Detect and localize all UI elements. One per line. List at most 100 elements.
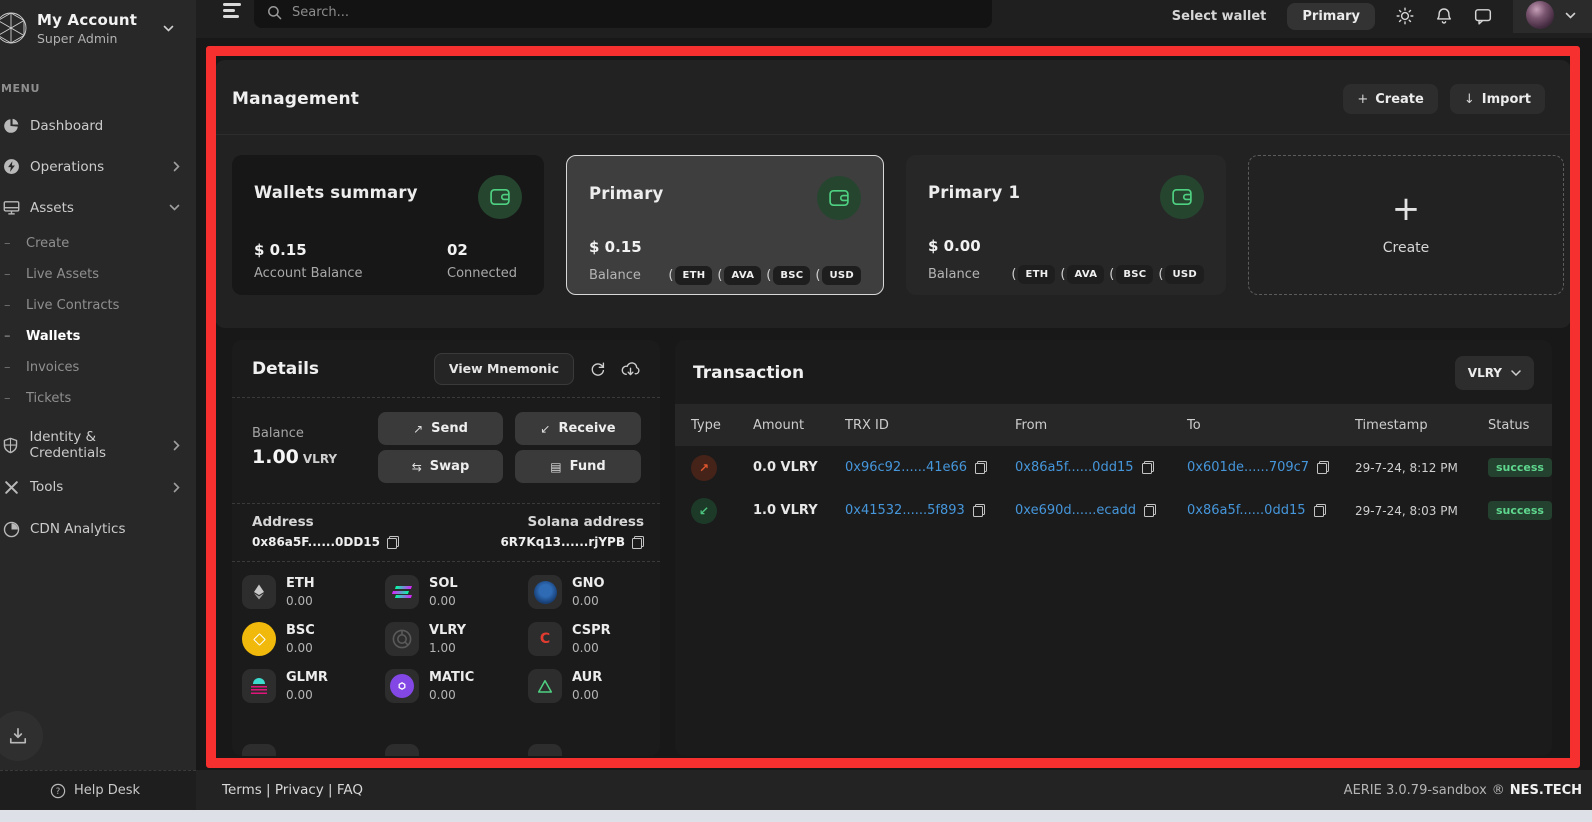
create-wallet-card[interactable]: + Create <box>1248 155 1564 295</box>
sidebar-item-invoices[interactable]: – Invoices <box>0 352 196 383</box>
details-panel: Details View Mnemonic Balance 1.00VLRY ↗… <box>232 340 660 756</box>
avatar[interactable] <box>1526 1 1554 29</box>
view-mnemonic-button[interactable]: View Mnemonic <box>434 353 574 385</box>
token-sol: SOL0.00 <box>385 575 528 609</box>
hamburger-menu-icon[interactable] <box>223 3 241 21</box>
receive-button[interactable]: ↙ Receive <box>515 412 641 445</box>
footer-links[interactable]: Terms | Privacy | FAQ <box>222 782 363 798</box>
copy-icon[interactable] <box>1314 504 1326 517</box>
tx-timestamp: 29-7-24, 8:12 PM <box>1355 461 1488 475</box>
chip-ava: (AVA <box>717 266 761 285</box>
download-button[interactable] <box>0 711 43 761</box>
card-title: Wallets summary <box>254 183 418 202</box>
arrow-down-left-icon: ↙ <box>540 422 550 436</box>
search-input[interactable] <box>292 5 980 20</box>
sidebar-item-live-contracts[interactable]: – Live Contracts <box>0 290 196 321</box>
copy-icon[interactable] <box>1142 461 1154 474</box>
plus-icon: + <box>1392 194 1421 224</box>
svg-text:?: ? <box>56 787 61 797</box>
sidebar-item-identity-credentials[interactable]: Identity & Credentials <box>0 424 196 466</box>
wallet-card-primary-1[interactable]: Primary 1 $ 0.00 Balance (ETH (AVA (BSC … <box>906 155 1226 295</box>
page-title: Management <box>232 89 359 109</box>
sidebar-item-wallets[interactable]: – Wallets <box>0 321 196 352</box>
chain-chips: (ETH (AVA (BSC (USD <box>668 266 861 285</box>
user-menu[interactable] <box>1513 0 1592 33</box>
sidebar-item-operations[interactable]: Operations <box>0 146 196 187</box>
chain-chips: (ETH (AVA (BSC (USD <box>1011 265 1204 284</box>
swap-arrows-icon: ⇆ <box>412 460 422 474</box>
matic-icon <box>385 669 419 703</box>
bsc-icon <box>242 622 276 656</box>
to-address-link[interactable]: 0x86a5f......0dd15 <box>1187 503 1306 518</box>
to-address-link[interactable]: 0x601de......709c7 <box>1187 460 1309 475</box>
status-badge: success <box>1488 458 1552 477</box>
search-icon <box>267 5 282 20</box>
sidebar-item-assets[interactable]: Assets <box>0 187 196 228</box>
token-list: ETH0.00 SOL0.00 GNO0.00 BSC0.00 VLRY1.00 <box>232 562 660 703</box>
chip-usd: (USD <box>815 266 861 285</box>
help-desk[interactable]: ? Help Desk <box>0 770 196 810</box>
currency-filter-dropdown[interactable]: VLRY <box>1455 356 1534 390</box>
search-bar[interactable] <box>254 0 992 28</box>
swap-button[interactable]: ⇆ Swap <box>378 450 503 483</box>
from-address-link[interactable]: 0xe690d......ecadd <box>1015 503 1136 518</box>
sidebar-item-live-assets[interactable]: – Live Assets <box>0 259 196 290</box>
dash-icon: – <box>4 329 16 344</box>
address-value: 0x86a5F......0DD15 <box>252 535 380 549</box>
send-button[interactable]: ↗ Send <box>378 412 503 445</box>
copy-icon[interactable] <box>387 536 399 549</box>
vlry-icon <box>385 622 419 656</box>
wallet-card-primary[interactable]: Primary $ 0.15 Balance (ETH (AVA (BSC (U… <box>566 155 884 295</box>
cloud-download-icon[interactable] <box>621 361 640 377</box>
copy-icon[interactable] <box>975 461 987 474</box>
copy-icon[interactable] <box>1317 461 1329 474</box>
create-button[interactable]: + Create <box>1343 84 1437 114</box>
chip-eth: (ETH <box>668 266 712 285</box>
sidebar-item-cdn-analytics[interactable]: CDN Analytics <box>0 508 196 550</box>
import-button[interactable]: ↓ Import <box>1450 84 1545 114</box>
card-icon: ▤ <box>550 460 561 474</box>
chip-bsc: (BSC <box>766 266 810 285</box>
sidebar-item-create[interactable]: – Create <box>0 228 196 259</box>
shield-icon <box>2 437 20 454</box>
refresh-icon[interactable] <box>589 361 606 377</box>
sidebar-item-label: CDN Analytics <box>30 521 126 537</box>
create-card-label: Create <box>1383 240 1430 256</box>
wallets-summary-card: Wallets summary $ 0.15 Account Balance 0… <box>232 155 544 295</box>
chevron-down-icon <box>1511 370 1521 376</box>
transaction-panel: Transaction VLRY Type Amount TRX ID From… <box>675 340 1552 756</box>
chip-eth: (ETH <box>1011 265 1055 284</box>
menu-section-label: MENU <box>1 82 196 95</box>
token-cspr: C CSPR0.00 <box>528 622 660 656</box>
wallet-balance: $ 0.15 <box>589 238 861 256</box>
download-icon <box>8 726 28 746</box>
trx-id-link[interactable]: 0x41532......5f893 <box>845 503 965 518</box>
copy-icon[interactable] <box>973 504 985 517</box>
wallet-icon <box>478 175 522 219</box>
from-address-link[interactable]: 0x86a5f......0dd15 <box>1015 460 1134 475</box>
notifications-bell-icon[interactable] <box>1435 7 1453 25</box>
account-switcher[interactable]: My Account Super Admin <box>0 0 196 54</box>
sidebar-item-tools[interactable]: Tools <box>0 466 196 508</box>
token-eth: ETH0.00 <box>242 575 385 609</box>
token-matic: MATIC0.00 <box>385 669 528 703</box>
dash-icon: – <box>4 360 16 375</box>
account-balance-value: $ 0.15 <box>254 241 447 259</box>
fund-button[interactable]: ▤ Fund <box>515 450 641 483</box>
wallet-selector-button[interactable]: Primary <box>1287 3 1375 30</box>
gno-icon <box>528 575 562 609</box>
messages-chat-icon[interactable] <box>1474 7 1492 25</box>
sidebar-item-tickets[interactable]: – Tickets <box>0 383 196 414</box>
copy-icon[interactable] <box>632 536 644 549</box>
topbar: Select wallet Primary <box>196 0 1592 38</box>
trx-id-link[interactable]: 0x96c92......41e66 <box>845 460 967 475</box>
sidebar-item-dashboard[interactable]: Dashboard <box>0 105 196 146</box>
token-icon-partial <box>528 744 562 756</box>
theme-toggle-sun-icon[interactable] <box>1396 7 1414 25</box>
chevron-down-icon[interactable] <box>163 25 174 32</box>
copy-icon[interactable] <box>1144 504 1156 517</box>
registered-icon: ® <box>1492 783 1505 798</box>
address-label: Address <box>252 514 399 530</box>
sol-icon <box>385 575 419 609</box>
help-desk-label: Help Desk <box>74 783 140 798</box>
